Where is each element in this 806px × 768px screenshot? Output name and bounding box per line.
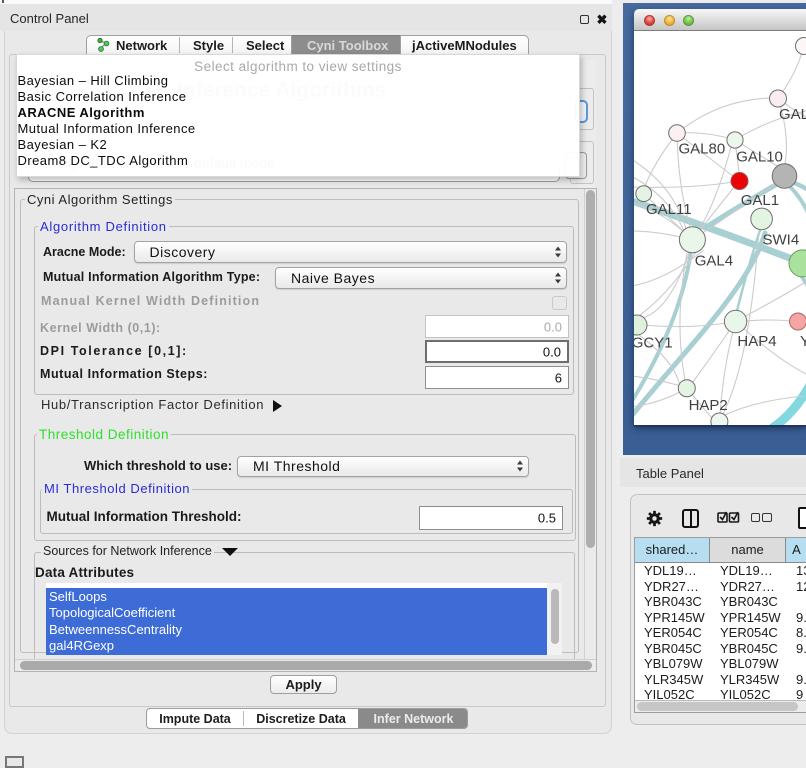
svg-text:GAL2: GAL2 [779,106,806,123]
svg-text:GAL11: GAL11 [646,201,692,218]
svg-text:GAL1: GAL1 [741,192,779,209]
svg-text:GAL10: GAL10 [736,149,783,166]
svg-text:YM: YM [800,333,806,350]
svg-text:GAL4: GAL4 [695,253,733,270]
svg-text:HAP4: HAP4 [737,333,776,350]
svg-text:HAP2: HAP2 [689,397,728,414]
svg-text:GAL80: GAL80 [679,141,726,158]
svg-text:GCY1: GCY1 [634,334,673,351]
svg-text:SWI4: SWI4 [763,231,800,248]
